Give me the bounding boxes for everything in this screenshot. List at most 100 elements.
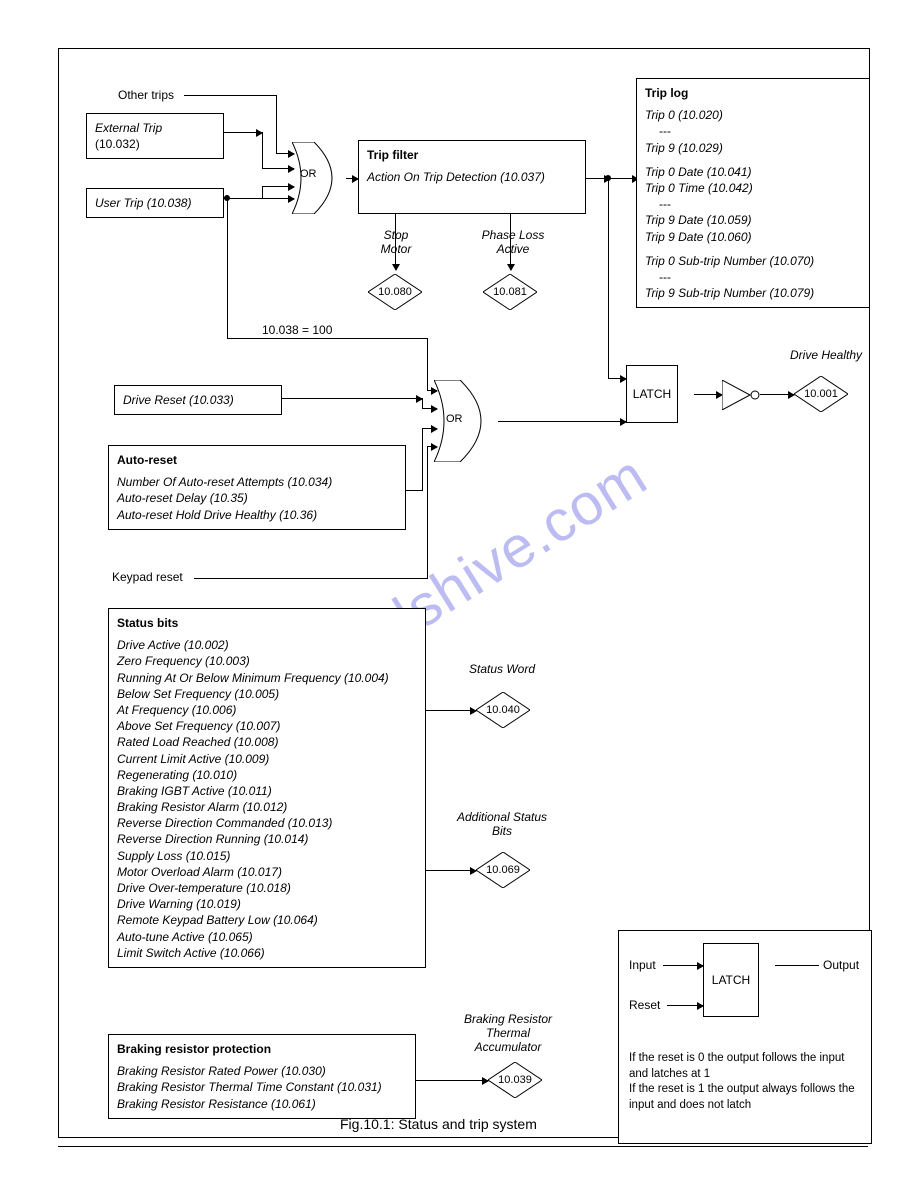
arrow (426, 710, 476, 711)
line (422, 428, 423, 491)
arrow (262, 168, 294, 169)
arrow (426, 870, 476, 871)
arrow (608, 378, 626, 379)
latch-in-label: Input (629, 957, 656, 973)
latch-reset-label: Reset (629, 997, 660, 1013)
line (227, 198, 228, 338)
footer-rule (58, 1146, 868, 1147)
status-row: Braking IGBT Active (10.011) (117, 783, 417, 799)
text-title: Trip log (645, 85, 861, 101)
status-row: Auto-tune Active (10.065) (117, 929, 417, 945)
status-row: Limit Switch Active (10.066) (117, 945, 417, 961)
text: User Trip (10.038) (95, 196, 191, 210)
text: Number Of Auto-reset Attempts (10.034) (117, 474, 397, 490)
diamond-label: 10.040 (476, 692, 530, 728)
diamond-label: 10.080 (368, 274, 422, 310)
triplog-row: Trip 9 Date (10.060) (645, 229, 861, 245)
label-keypad-reset: Keypad reset (112, 570, 183, 584)
line (262, 132, 263, 168)
text: Drive Reset (10.033) (123, 393, 234, 407)
triplog-row: Trip 0 Sub-trip Number (10.070) (645, 253, 861, 269)
status-row: Above Set Frequency (10.007) (117, 718, 417, 734)
text-title: Braking resistor protection (117, 1041, 407, 1057)
line (775, 965, 819, 966)
status-row: Remote Keypad Battery Low (10.064) (117, 912, 417, 928)
label-drive-healthy: Drive Healthy (790, 348, 862, 362)
triplog-row: --- (645, 196, 861, 212)
triplog-row: Trip 9 Date (10.059) (645, 212, 861, 228)
line (194, 578, 427, 579)
triplog-row: Trip 9 (10.029) (645, 140, 861, 156)
latch-block: LATCH (626, 365, 678, 423)
status-row: Reverse Direction Commanded (10.013) (117, 815, 417, 831)
figure-caption: Fig.10.1: Status and trip system (340, 1116, 537, 1132)
or-gate-2 (434, 380, 504, 467)
diamond-10080: 10.080 (368, 274, 422, 310)
status-row: Supply Loss (10.015) (117, 848, 417, 864)
triplog-row (645, 245, 861, 253)
diamond-10001: 10.001 (794, 376, 848, 412)
text-title: Trip filter (367, 147, 577, 163)
status-row: Zero Frequency (10.003) (117, 653, 417, 669)
latch-label: LATCH (633, 386, 671, 402)
status-row: Below Set Frequency (10.005) (117, 686, 417, 702)
arrow (262, 186, 294, 187)
arrow-to-triplog (608, 178, 638, 179)
label-stop-motor: Stop Motor (370, 228, 422, 256)
line (608, 178, 609, 378)
box-trip-log: Trip log Trip 0 (10.020) --- Trip 9 (10.02… (636, 78, 870, 308)
status-row: Drive Active (10.002) (117, 637, 417, 653)
or-label-2: OR (446, 413, 463, 425)
line (276, 95, 277, 153)
line (406, 490, 422, 491)
text-sub: Action On Trip Detection (10.037) (367, 169, 577, 185)
status-row: Reverse Direction Running (10.014) (117, 831, 417, 847)
triplog-row: Trip 9 Sub-trip Number (10.079) (645, 285, 861, 301)
text: Braking Resistor Rated Power (10.030) (117, 1063, 407, 1079)
arrow (416, 1080, 488, 1081)
text: Braking Resistor Resistance (10.061) (117, 1096, 407, 1112)
latch-note-1: If the reset is 0 the output follows the… (629, 1051, 861, 1082)
line (227, 338, 427, 339)
status-row: Regenerating (10.010) (117, 767, 417, 783)
arrow (694, 394, 722, 395)
line (224, 132, 262, 133)
diamond-10040: 10.040 (476, 692, 530, 728)
arrow (667, 1005, 703, 1006)
text: (10.032) (95, 136, 215, 152)
diamond-10069: 10.069 (476, 852, 530, 888)
diamond-label: 10.039 (488, 1062, 542, 1098)
line (282, 398, 422, 399)
diamond-label: 10.069 (476, 852, 530, 888)
not-gate (722, 380, 762, 415)
arrow (760, 394, 794, 395)
box-latch-explain: Input Reset LATCH Output If the reset is… (618, 930, 872, 1144)
latch-mini: LATCH (703, 943, 759, 1017)
triplog-row: Trip 0 Date (10.041) (645, 164, 861, 180)
box-braking-resistor: Braking resistor protection Braking Resi… (108, 1034, 416, 1119)
status-row: Rated Load Reached (10.008) (117, 734, 417, 750)
label-add-status: Additional Status Bits (442, 810, 562, 838)
or-label-1: OR (300, 168, 317, 180)
triplog-row: Trip 0 Time (10.042) (645, 180, 861, 196)
latch-out-label: Output (823, 957, 859, 973)
diamond-label: 10.001 (794, 376, 848, 412)
label-cond: 10.038 = 100 (262, 323, 332, 337)
text-title: Status bits (117, 615, 417, 631)
or-gate-1 (292, 142, 352, 219)
diamond-label: 10.081 (483, 274, 537, 310)
latch-label: LATCH (712, 972, 750, 988)
triplog-row: Trip 0 (10.020) (645, 107, 861, 123)
status-row: Drive Warning (10.019) (117, 896, 417, 912)
text: Auto-reset Hold Drive Healthy (10.36) (117, 507, 397, 523)
text: Braking Resistor Thermal Time Constant (… (117, 1079, 407, 1095)
triplog-row: --- (645, 269, 861, 285)
status-row: At Frequency (10.006) (117, 702, 417, 718)
label-brk-therm: Braking Resistor Thermal Accumulator (448, 1012, 568, 1054)
latch-note-2: If the reset is 1 the output always foll… (629, 1082, 861, 1113)
line (184, 95, 276, 96)
line (427, 338, 428, 390)
status-row: Current Limit Active (10.009) (117, 751, 417, 767)
arrow (498, 421, 626, 422)
box-user-trip: User Trip (10.038) (86, 188, 224, 218)
